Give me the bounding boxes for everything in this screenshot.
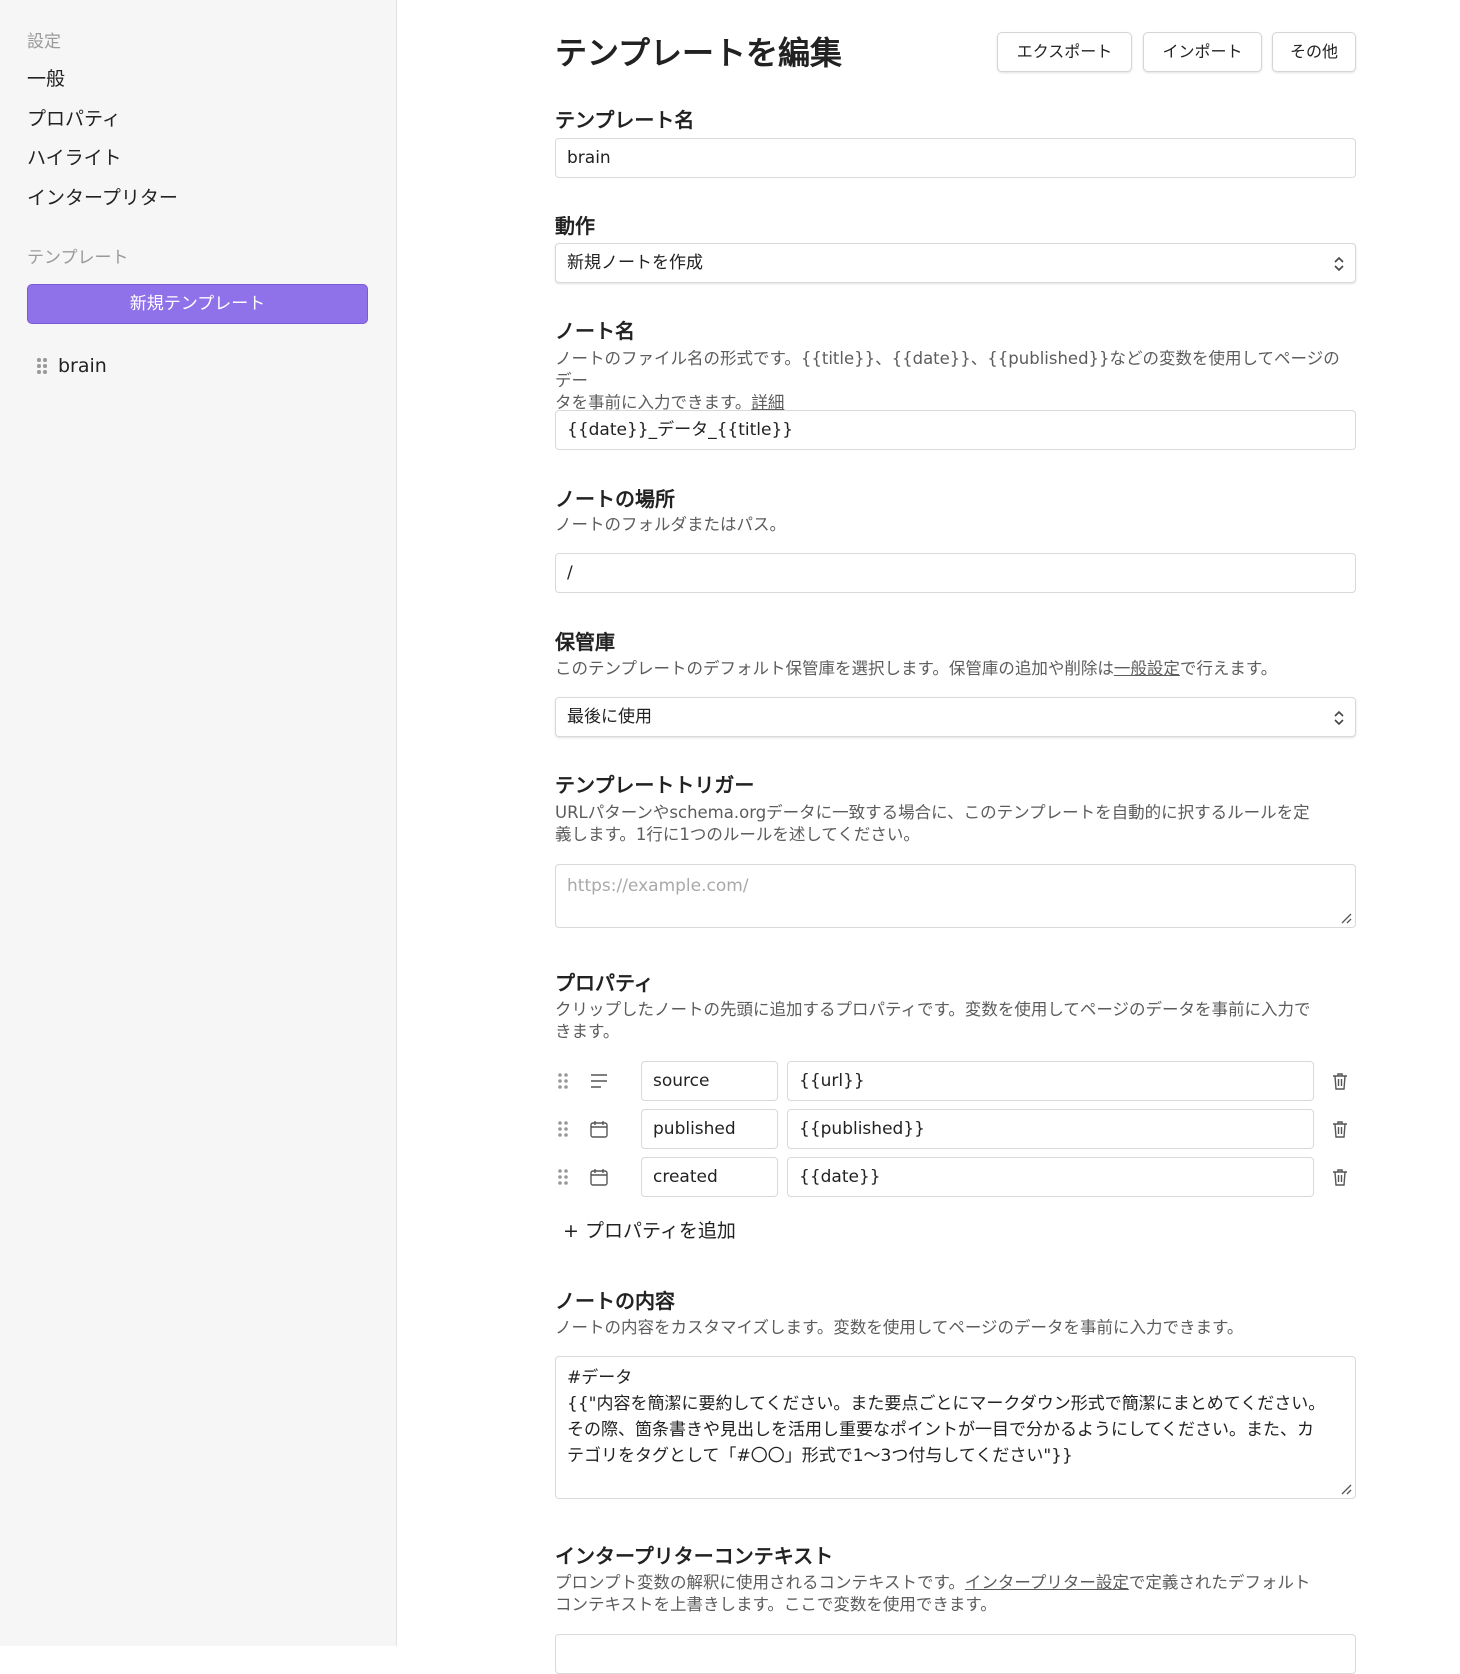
chevron-updown-icon — [1334, 710, 1344, 726]
triggers-placeholder: https://example.com/ — [567, 876, 749, 896]
property-row: published {{published}} — [555, 1109, 1356, 1149]
calendar-icon[interactable] — [589, 1167, 609, 1187]
note-name-heading: ノート名 — [555, 319, 635, 343]
template-name-input[interactable]: brain — [555, 138, 1356, 178]
drag-handle-icon[interactable] — [557, 1072, 569, 1090]
property-name-input[interactable]: published — [641, 1109, 778, 1149]
drag-handle-icon[interactable] — [36, 357, 48, 375]
property-row: created {{date}} — [555, 1157, 1356, 1197]
interpreter-context-textarea[interactable] — [555, 1634, 1356, 1674]
property-value-input[interactable]: {{url}} — [787, 1061, 1314, 1101]
sidebar-item-general[interactable]: 一般 — [27, 64, 65, 91]
behavior-value: 新規ノートを作成 — [567, 253, 703, 273]
new-template-button[interactable]: 新規テンプレート — [27, 284, 368, 324]
more-button[interactable]: その他 — [1272, 32, 1356, 72]
note-name-description: ノートのファイル名の形式です。{{title}}、{{date}}、{{publ… — [555, 349, 1340, 412]
vault-heading: 保管庫 — [555, 630, 615, 654]
note-name-input[interactable]: {{date}}_データ_{{title}} — [555, 410, 1356, 450]
properties-heading: プロパティ — [555, 971, 654, 995]
properties-description: クリップしたノートの先頭に追加するプロパティです。変数を使用してページのデータを… — [555, 1000, 1311, 1041]
property-row: source {{url}} — [555, 1061, 1356, 1101]
interpreter-context-description: プロンプト変数の解釈に使用されるコンテキストです。インタープリター設定で定義され… — [555, 1573, 1311, 1614]
vault-value: 最後に使用 — [567, 707, 652, 727]
note-content-textarea[interactable]: #データ {{"内容を簡潔に要約してください。また要点ごとにマークダウン形式で簡… — [555, 1356, 1356, 1499]
template-name-label: brain — [58, 355, 107, 377]
interpreter-settings-link[interactable]: インタープリター設定 — [965, 1573, 1129, 1592]
interpreter-context-heading: インタープリターコンテキスト — [555, 1544, 834, 1568]
trash-icon[interactable] — [1330, 1071, 1350, 1091]
triggers-heading: テンプレートトリガー — [555, 773, 755, 797]
calendar-icon[interactable] — [589, 1119, 609, 1139]
resize-handle-icon[interactable] — [1338, 910, 1352, 924]
trash-icon[interactable] — [1330, 1119, 1350, 1139]
add-property-button[interactable]: + プロパティを追加 — [563, 1216, 736, 1243]
note-content-description: ノートの内容をカスタマイズします。変数を使用してページのデータを事前に入力できま… — [555, 1318, 1244, 1337]
property-name-input[interactable]: created — [641, 1157, 778, 1197]
note-content-line: #データ — [567, 1368, 633, 1388]
sidebar-item-properties[interactable]: プロパティ — [27, 104, 121, 131]
main-panel: テンプレートを編集 エクスポート インポート その他 テンプレート名 brain… — [555, 0, 1356, 1674]
behavior-heading: 動作 — [555, 214, 595, 238]
general-settings-link[interactable]: 一般設定 — [1114, 659, 1180, 678]
note-location-input[interactable]: / — [555, 553, 1356, 593]
export-button[interactable]: エクスポート — [997, 32, 1132, 72]
text-lines-icon[interactable] — [589, 1071, 609, 1091]
templates-heading: テンプレート — [27, 248, 129, 268]
sidebar: 設定 一般 プロパティ ハイライト インタープリター テンプレート 新規テンプレ… — [0, 0, 397, 1646]
note-content-line: その際、箇条書きや見出しを活用し重要なポイントが一目で分かるようにしてください。… — [567, 1420, 1314, 1440]
template-name-heading: テンプレート名 — [555, 108, 695, 132]
triggers-textarea[interactable]: https://example.com/ — [555, 864, 1356, 928]
template-list-item[interactable]: brain — [36, 351, 107, 381]
sidebar-item-highlights[interactable]: ハイライト — [27, 143, 122, 170]
property-value-input[interactable]: {{published}} — [787, 1109, 1314, 1149]
trash-icon[interactable] — [1330, 1167, 1350, 1187]
note-content-line: {{"内容を簡潔に要約してください。また要点ごとにマークダウン形式で簡潔にまとめ… — [567, 1394, 1326, 1414]
note-content-line: テゴリをタグとして「#〇〇」形式で1〜3つ付与してください"}} — [567, 1446, 1073, 1466]
drag-handle-icon[interactable] — [557, 1168, 569, 1186]
settings-heading: 設定 — [27, 32, 61, 52]
triggers-description: URLパターンやschema.orgデータに一致する場合に、このテンプレートを自… — [555, 803, 1310, 844]
note-location-heading: ノートの場所 — [555, 487, 675, 511]
chevron-updown-icon — [1334, 256, 1344, 272]
property-value-input[interactable]: {{date}} — [787, 1157, 1314, 1197]
import-button[interactable]: インポート — [1143, 32, 1262, 72]
vault-select[interactable]: 最後に使用 — [555, 697, 1356, 737]
behavior-select[interactable]: 新規ノートを作成 — [555, 243, 1356, 283]
drag-handle-icon[interactable] — [557, 1120, 569, 1138]
vault-description: このテンプレートのデフォルト保管庫を選択します。保管庫の追加や削除は一般設定で行… — [555, 659, 1278, 678]
note-content-heading: ノートの内容 — [555, 1289, 675, 1313]
property-name-input[interactable]: source — [641, 1061, 778, 1101]
page-title: テンプレートを編集 — [555, 34, 843, 72]
sidebar-item-interpreter[interactable]: インタープリター — [27, 183, 178, 210]
note-location-description: ノートのフォルダまたはパス。 — [555, 515, 786, 534]
resize-handle-icon[interactable] — [1338, 1481, 1352, 1495]
